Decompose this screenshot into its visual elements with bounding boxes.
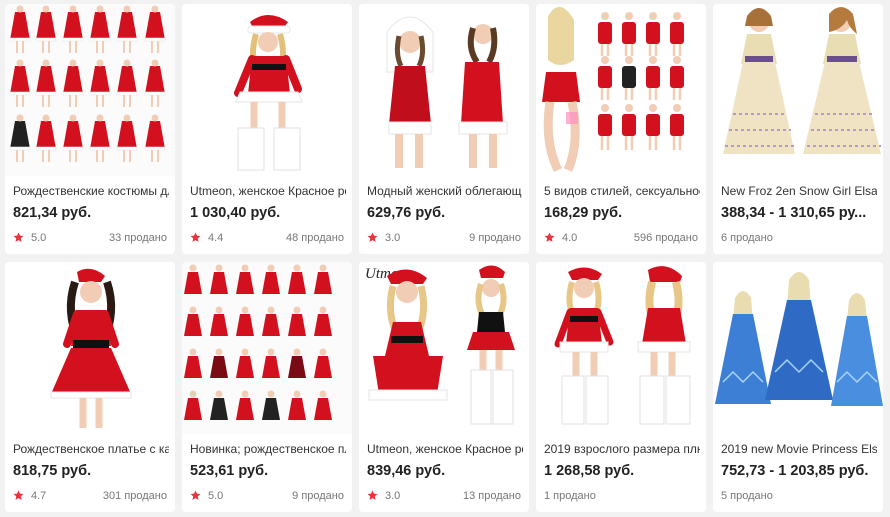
- product-grid: Рождественские костюмы дл 821,34 руб. 5.…: [0, 0, 890, 517]
- star-icon: [190, 232, 201, 242]
- product-card[interactable]: 2019 new Movie Princess Els 752,73 - 1 2…: [713, 262, 883, 512]
- product-image[interactable]: [182, 262, 352, 434]
- product-title[interactable]: Новинка; рождественское пл: [190, 442, 346, 457]
- sold-count: 9 продано: [292, 490, 344, 502]
- star-icon: [367, 232, 378, 242]
- star-icon: [544, 232, 555, 242]
- product-price: 168,29 руб.: [544, 205, 623, 221]
- product-meta: 5.0 9 продано: [190, 489, 344, 505]
- sold-count: 48 продано: [286, 232, 344, 244]
- product-image[interactable]: [713, 262, 883, 434]
- product-title[interactable]: Utmeon, женское Красное ро: [367, 442, 523, 457]
- product-card[interactable]: Модный женский облегающ 629,76 руб. 3.0 …: [359, 4, 529, 254]
- product-card[interactable]: New Froz 2en Snow Girl Elsa 388,34 - 1 3…: [713, 4, 883, 254]
- product-card[interactable]: Рождественские костюмы дл 821,34 руб. 5.…: [5, 4, 175, 254]
- product-meta: 3.0 13 продано: [367, 489, 521, 505]
- product-rating: 3.0: [385, 490, 401, 502]
- star-icon: [13, 232, 24, 242]
- product-rating: 4.7: [31, 490, 47, 502]
- product-image[interactable]: [182, 4, 352, 176]
- product-rating: 3.0: [385, 232, 401, 244]
- product-title[interactable]: Модный женский облегающ: [367, 184, 523, 199]
- product-rating: 5.0: [208, 490, 224, 502]
- product-card[interactable]: Utmeon Utmeon, женское Красное ро 839,46…: [359, 262, 529, 512]
- product-meta: 4.7 301 продано: [13, 489, 167, 505]
- product-title[interactable]: 2019 new Movie Princess Els: [721, 442, 877, 457]
- product-image[interactable]: Utmeon: [359, 262, 529, 434]
- star-icon: [13, 490, 24, 500]
- product-title[interactable]: Рождественские костюмы дл: [13, 184, 169, 199]
- product-rating: 4.4: [208, 232, 224, 244]
- sold-count: 33 продано: [109, 232, 167, 244]
- product-image[interactable]: [536, 262, 706, 434]
- product-card[interactable]: Рождественское платье с кап 818,75 руб. …: [5, 262, 175, 512]
- product-card[interactable]: 2019 взрослого размера плю 1 268,58 руб.…: [536, 262, 706, 512]
- product-card[interactable]: Новинка; рождественское пл 523,61 руб. 5…: [182, 262, 352, 512]
- product-title[interactable]: Utmeon, женское Красное ро: [190, 184, 346, 199]
- product-image[interactable]: [5, 262, 175, 434]
- product-meta: 4.4 48 продано: [190, 231, 344, 247]
- product-price: 388,34 - 1 310,65 ру...: [721, 205, 867, 221]
- sold-count: 596 продано: [633, 232, 698, 244]
- product-title[interactable]: 2019 взрослого размера плю: [544, 442, 700, 457]
- sold-count: 301 продано: [102, 490, 167, 502]
- product-image[interactable]: [359, 4, 529, 176]
- product-price: 629,76 руб.: [367, 205, 446, 221]
- star-icon: [190, 490, 201, 500]
- product-price: 839,46 руб.: [367, 463, 446, 479]
- sold-count: 1 продано: [544, 490, 596, 502]
- sold-count: 9 продано: [469, 232, 521, 244]
- product-rating: 5.0: [31, 232, 47, 244]
- product-meta: 5.0 33 продано: [13, 231, 167, 247]
- star-icon: [367, 490, 378, 500]
- product-price: 1 030,40 руб.: [190, 205, 281, 221]
- product-title[interactable]: New Froz 2en Snow Girl Elsa: [721, 184, 877, 199]
- sold-count: 5 продано: [721, 490, 773, 502]
- product-price: 821,34 руб.: [13, 205, 92, 221]
- product-price: 752,73 - 1 203,85 руб.: [721, 463, 869, 479]
- product-title[interactable]: 5 видов стилей, сексуальное: [544, 184, 700, 199]
- product-card[interactable]: 5 видов стилей, сексуальное 168,29 руб. …: [536, 4, 706, 254]
- product-title[interactable]: Рождественское платье с кап: [13, 442, 169, 457]
- product-card[interactable]: Utmeon, женское Красное ро 1 030,40 руб.…: [182, 4, 352, 254]
- product-meta: 4.0 596 продано: [544, 231, 698, 247]
- product-meta: 6 продано: [721, 231, 875, 247]
- product-image[interactable]: [5, 4, 175, 176]
- product-price: 818,75 руб.: [13, 463, 92, 479]
- sold-count: 6 продано: [721, 232, 773, 244]
- sold-count: 13 продано: [463, 490, 521, 502]
- product-image[interactable]: [713, 4, 883, 176]
- product-price: 1 268,58 руб.: [544, 463, 635, 479]
- product-meta: 3.0 9 продано: [367, 231, 521, 247]
- product-meta: 1 продано: [544, 489, 698, 505]
- product-rating: 4.0: [562, 232, 578, 244]
- product-price: 523,61 руб.: [190, 463, 269, 479]
- product-meta: 5 продано: [721, 489, 875, 505]
- product-image[interactable]: [536, 4, 706, 176]
